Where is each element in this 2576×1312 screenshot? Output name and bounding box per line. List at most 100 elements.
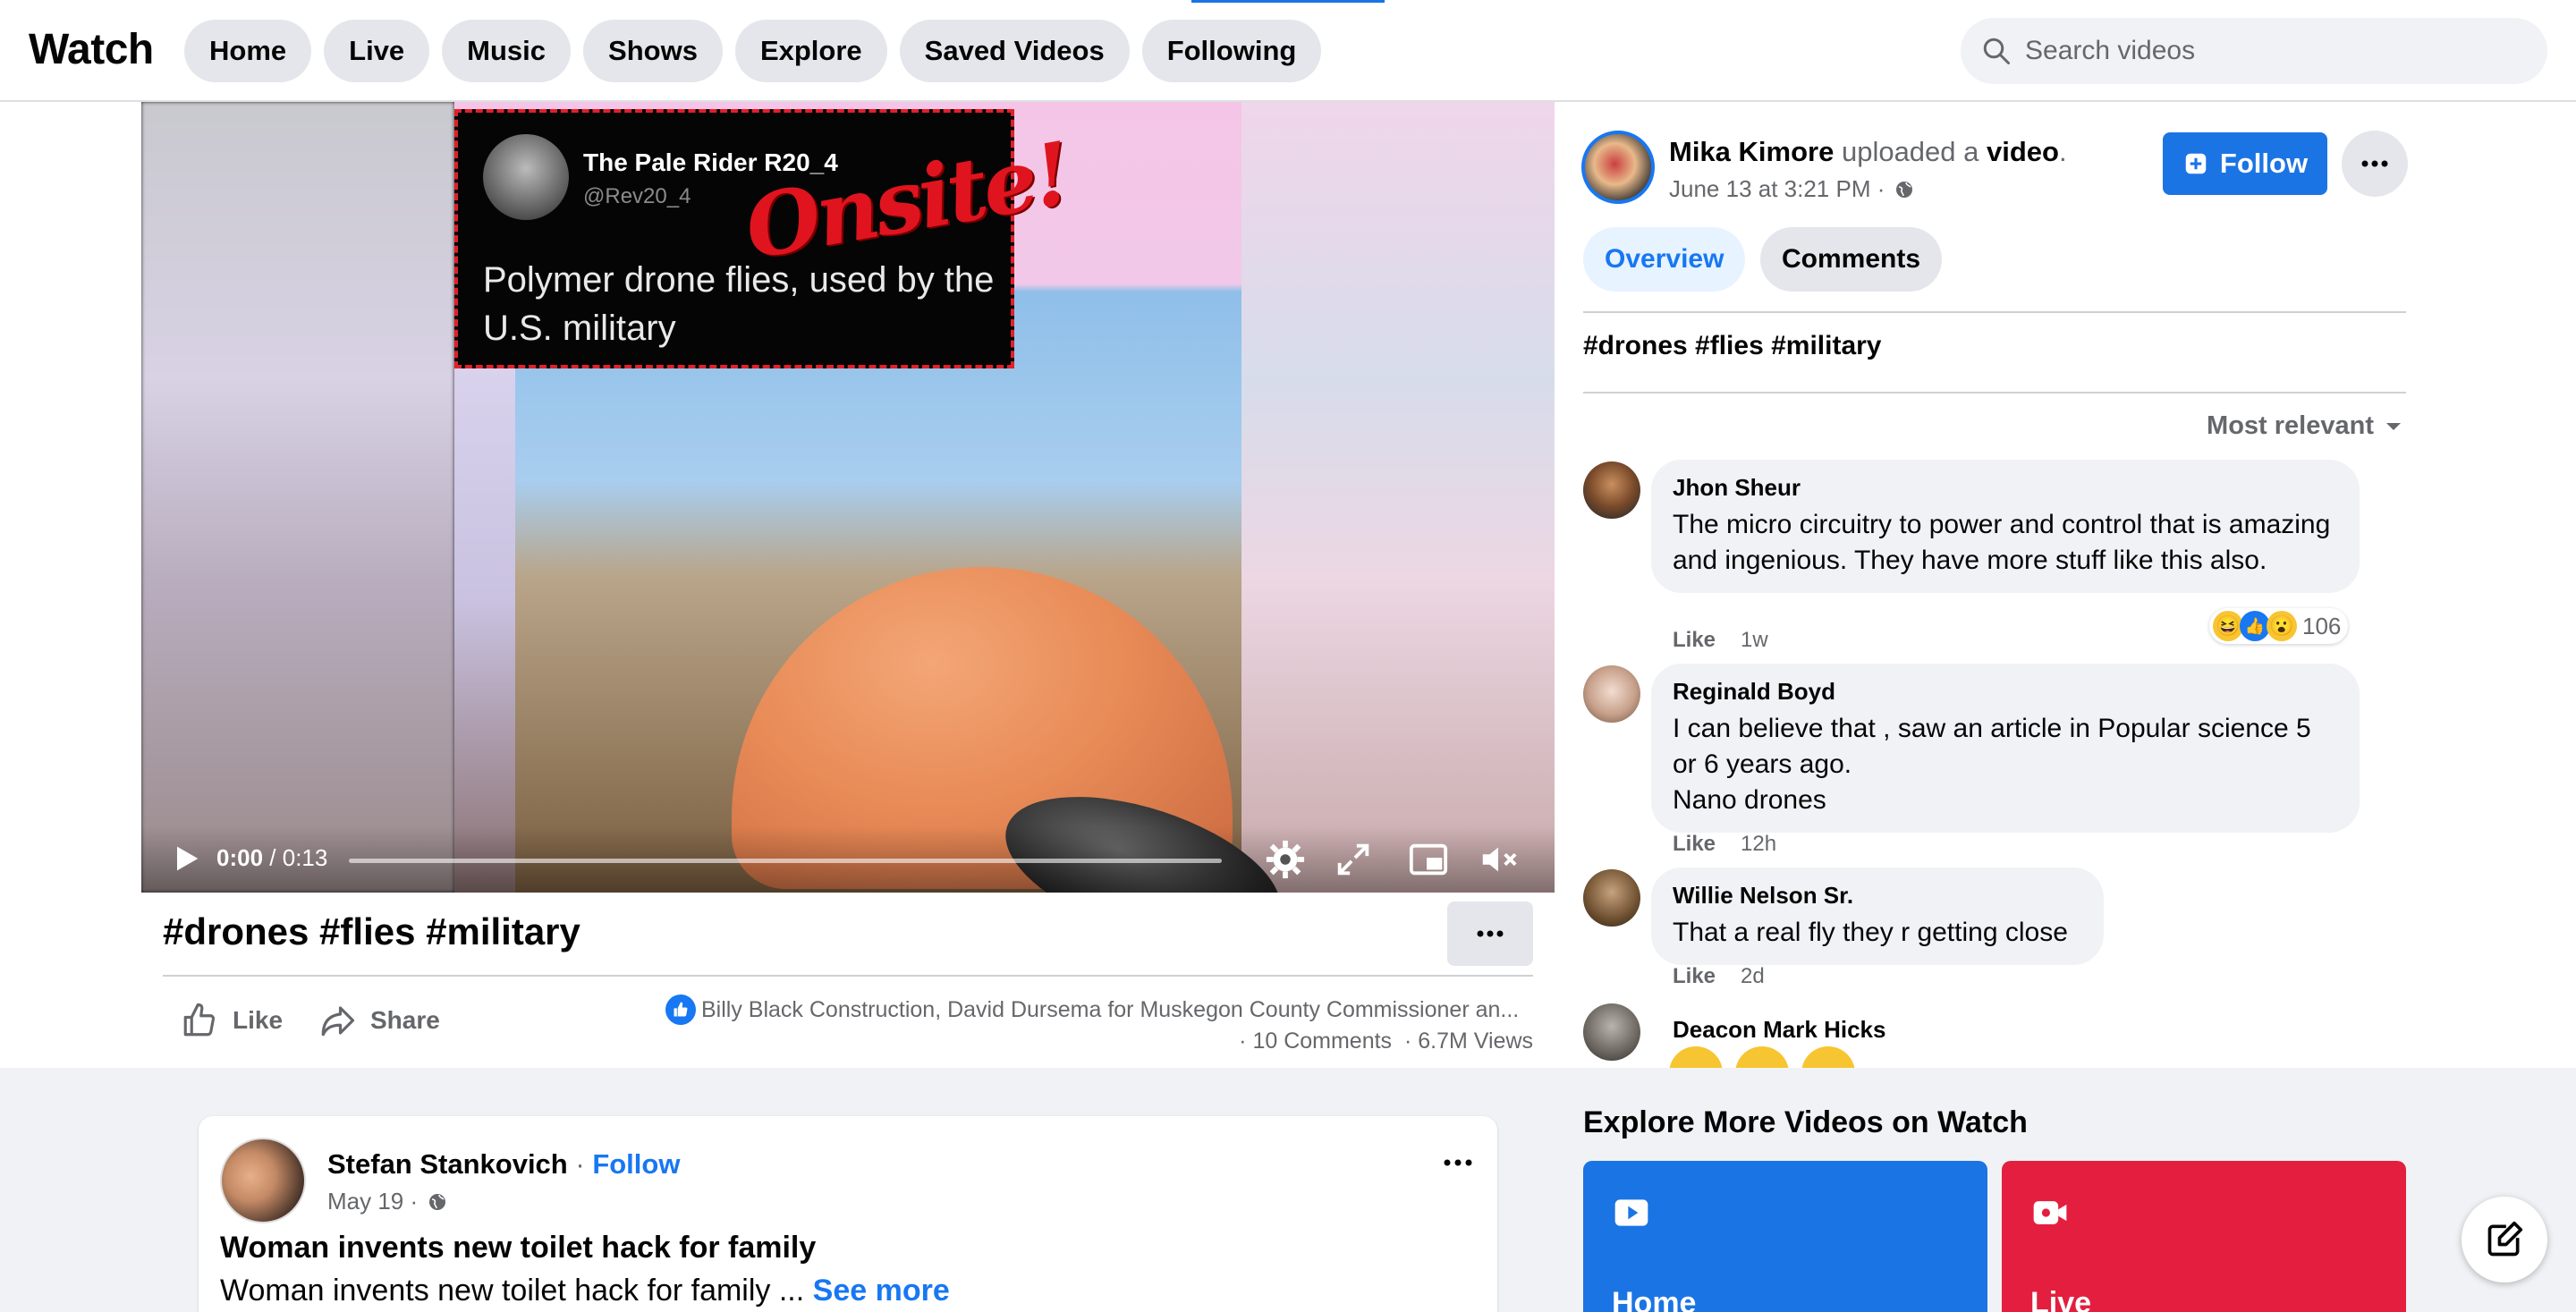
top-bar: Watch Home Live Music Shows Explore Save… [0, 0, 2576, 102]
like-button[interactable]: Like [181, 1002, 283, 1039]
globe-icon [429, 1193, 446, 1210]
explore-card-live[interactable]: Live [2002, 1161, 2406, 1312]
tab-overview[interactable]: Overview [1583, 227, 1746, 292]
more-icon [2361, 160, 2388, 167]
feed-post-title: Woman invents new toilet hack for family [220, 1231, 817, 1265]
sort-label: Most relevant [2207, 411, 2374, 440]
haha-reaction-icon: 😆 [2213, 611, 2243, 641]
feed-author-avatar[interactable] [220, 1138, 306, 1223]
globe-icon [1896, 181, 1913, 198]
comment-like-button[interactable]: Like [1673, 832, 1716, 857]
video-scrubber[interactable] [349, 859, 1222, 863]
fullscreen-icon[interactable] [1333, 839, 1374, 880]
comment-author[interactable]: Willie Nelson Sr. [1673, 882, 2082, 910]
settings-icon[interactable] [1265, 839, 1306, 880]
comment-text: The micro circuitry to power and control… [1673, 510, 2331, 575]
compose-button[interactable] [2462, 1197, 2547, 1282]
comment-text: That a real fly they r getting close [1673, 918, 2068, 947]
comment-emoji-row [1669, 1046, 1855, 1068]
feed-more-button[interactable] [1436, 1145, 1479, 1181]
comment-bubble: Jhon Sheur The micro circuitry to power … [1651, 460, 2360, 593]
comment-meta: Like 2d [1673, 964, 1765, 989]
more-icon [1477, 930, 1504, 937]
mute-icon[interactable] [1478, 839, 1519, 880]
smile-emoji-icon [1801, 1046, 1855, 1068]
like-reaction-icon: 👍 [2240, 611, 2270, 641]
duration: / 0:13 [269, 844, 328, 871]
feed-body-text: Woman invents new toilet hack for family… [220, 1274, 813, 1308]
wow-reaction-icon: 😮 [2267, 611, 2297, 641]
smile-emoji-icon [1735, 1046, 1789, 1068]
comment-time[interactable]: 2d [1741, 964, 1765, 989]
nav-home[interactable]: Home [184, 20, 312, 82]
nav-saved-videos[interactable]: Saved Videos [899, 20, 1130, 82]
follow-label: Follow [2219, 148, 2309, 179]
tweet-avatar [483, 134, 569, 220]
uploader-avatar[interactable] [1581, 131, 1655, 204]
reactors-text: Billy Black Construction, David Dursema … [701, 996, 1520, 1022]
comment-meta: Like 12h [1673, 832, 1776, 857]
picture-in-picture-icon[interactable] [1408, 839, 1449, 880]
divider [163, 975, 1533, 977]
upload-date-text[interactable]: June 13 at 3:21 PM · [1669, 175, 1885, 203]
tweet-handle: @Rev20_4 [583, 184, 691, 208]
divider [1583, 311, 2406, 313]
search-box[interactable] [1961, 18, 2547, 84]
uploader-more-button[interactable] [2342, 131, 2408, 197]
comment-author[interactable]: Deacon Mark Hicks [1673, 1016, 1885, 1044]
comments-count[interactable]: · 10 Comments [1239, 1028, 1392, 1054]
feed-follow-link[interactable]: Follow [592, 1148, 680, 1180]
search-icon [1983, 38, 2010, 64]
thumbs-up-icon [183, 1003, 216, 1037]
watch-nav: Home Live Music Shows Explore Saved Vide… [184, 20, 1322, 82]
uploader-end: . [2058, 136, 2067, 167]
feed-separator: · [567, 1148, 593, 1180]
see-more-link[interactable]: See more [813, 1274, 950, 1308]
comment-time[interactable]: 12h [1741, 832, 1776, 857]
search-input[interactable] [2025, 36, 2526, 66]
feed-date: May 19 · [327, 1188, 448, 1215]
comment-like-button[interactable]: Like [1673, 628, 1716, 653]
nav-explore[interactable]: Explore [734, 20, 887, 82]
comment-avatar[interactable] [1583, 1003, 1640, 1061]
share-button[interactable]: Share [318, 1002, 440, 1039]
comment-bubble: Willie Nelson Sr. That a real fly they r… [1651, 868, 2104, 965]
share-label: Share [370, 1006, 440, 1034]
nav-following[interactable]: Following [1141, 20, 1322, 82]
feed-author-name[interactable]: Stefan Stankovich [327, 1148, 568, 1180]
video-blur-right [1241, 102, 1555, 893]
comment-author[interactable]: Reginald Boyd [1673, 678, 2338, 706]
explore-card-label: Live [2030, 1286, 2092, 1312]
explore-title: Explore More Videos on Watch [1583, 1105, 2028, 1139]
comment-author[interactable]: Jhon Sheur [1673, 474, 2338, 502]
video-more-button[interactable] [1447, 901, 1533, 966]
nav-live[interactable]: Live [324, 20, 430, 82]
nav-shows[interactable]: Shows [583, 20, 723, 82]
reactions-summary[interactable]: Billy Black Construction, David Dursema … [665, 995, 1533, 1025]
comment-avatar[interactable] [1583, 665, 1640, 723]
comment-text: I can believe that , saw an article in P… [1673, 714, 2311, 815]
uploader-name[interactable]: Mika Kimore [1669, 136, 1834, 167]
compose-icon [2487, 1221, 2523, 1257]
feed-author-line: Stefan Stankovich · Follow [327, 1148, 680, 1181]
comment-reactions[interactable]: 😆 👍 😮 106 [2209, 608, 2349, 644]
video-blur-left [141, 102, 454, 893]
explore-card-home[interactable]: Home [1583, 1161, 1987, 1312]
comment-avatar[interactable] [1583, 869, 1640, 927]
play-icon[interactable] [168, 841, 204, 876]
sort-dropdown[interactable]: Most relevant [2207, 411, 2402, 441]
like-reaction-icon [665, 995, 696, 1025]
reaction-count: 106 [2302, 612, 2342, 639]
video-tags: #drones #flies #military [1583, 331, 1882, 360]
comment-avatar[interactable] [1583, 461, 1640, 519]
feed-post-body: Woman invents new toilet hack for family… [220, 1274, 950, 1308]
nav-music[interactable]: Music [442, 20, 572, 82]
follow-button[interactable]: Follow [2163, 132, 2327, 195]
tab-comments[interactable]: Comments [1760, 227, 1943, 292]
comment-like-button[interactable]: Like [1673, 964, 1716, 989]
views-count: · 6.7M Views [1403, 1028, 1533, 1054]
feed-date-text[interactable]: May 19 · [327, 1188, 418, 1215]
comment-time[interactable]: 1w [1741, 628, 1768, 653]
current-time: 0:00 [216, 844, 264, 871]
uploader-object[interactable]: video [1987, 136, 2059, 167]
